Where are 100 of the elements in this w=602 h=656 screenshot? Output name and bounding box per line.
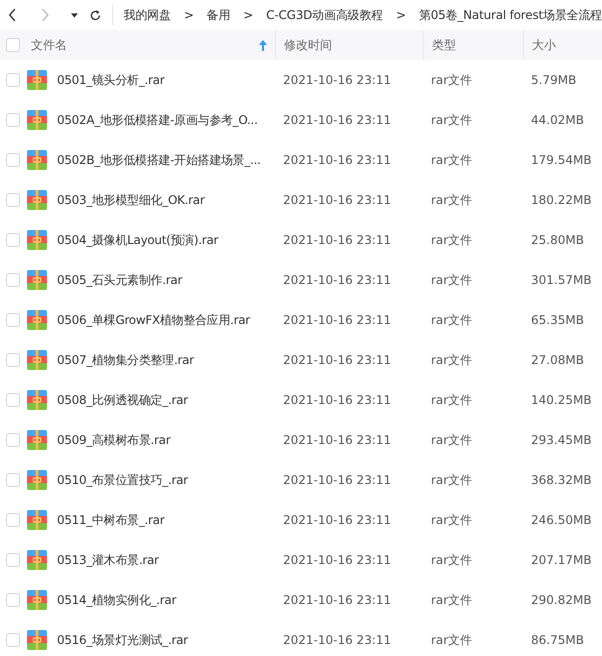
modified-time: 2021-10-16 23:11 (282, 433, 392, 447)
file-size: 25.80MB (530, 233, 585, 247)
row-checkbox[interactable] (6, 113, 20, 127)
file-size: 65.35MB (530, 313, 585, 327)
file-size: 180.22MB (530, 193, 593, 207)
select-all-checkbox[interactable] (6, 38, 20, 52)
file-type: rar文件 (430, 432, 474, 448)
row-checkbox[interactable] (6, 353, 20, 367)
breadcrumb-separator: > (396, 8, 406, 22)
row-checkbox[interactable] (6, 393, 20, 407)
file-type: rar文件 (430, 352, 474, 368)
modified-time: 2021-10-16 23:11 (282, 473, 392, 487)
row-checkbox[interactable] (6, 313, 20, 327)
file-name[interactable]: 0516_场景灯光测试_.rar (57, 632, 188, 648)
file-name[interactable]: 0509_高模树布景.rar (57, 432, 170, 448)
file-type: rar文件 (430, 552, 474, 568)
file-size: 140.25MB (530, 393, 593, 407)
modified-time: 2021-10-16 23:11 (282, 233, 392, 247)
file-size: 44.02MB (530, 113, 585, 127)
row-checkbox[interactable] (6, 153, 20, 167)
column-header[interactable]: 文件名 (20, 30, 275, 60)
file-name[interactable]: 0501_镜头分析_.rar (57, 72, 164, 88)
modified-time: 2021-10-16 23:11 (282, 313, 392, 327)
modified-time: 2021-10-16 23:11 (282, 513, 392, 527)
file-size: 290.82MB (530, 593, 593, 607)
row-checkbox[interactable] (6, 233, 20, 247)
file-name[interactable]: 0504_摄像机Layout(预演).rar (57, 232, 218, 248)
row-checkbox[interactable] (6, 73, 20, 87)
row-checkbox[interactable] (6, 553, 20, 567)
row-checkbox[interactable] (6, 473, 20, 487)
file-name[interactable]: 0510_布景位置技巧_.rar (57, 472, 188, 488)
file-name[interactable]: 0503_地形模型细化_OK.rar (57, 192, 204, 208)
file-name[interactable]: 0514_植物实例化_.rar (57, 592, 176, 608)
row-checkbox[interactable] (6, 273, 20, 287)
archive-file-icon (27, 230, 47, 250)
archive-file-icon (27, 390, 47, 410)
archive-file-icon (27, 150, 47, 170)
file-name[interactable]: 0507_植物集分类整理.rar (57, 352, 194, 368)
file-type: rar文件 (430, 392, 474, 408)
breadcrumb-link[interactable]: 备用 (206, 6, 230, 24)
row-checkbox[interactable] (6, 193, 20, 207)
archive-file-icon (27, 430, 47, 450)
back-icon[interactable] (8, 7, 17, 23)
modified-time: 2021-10-16 23:11 (282, 153, 392, 167)
archive-file-icon (27, 550, 47, 570)
file-type: rar文件 (430, 632, 474, 648)
file-size: 207.17MB (530, 553, 593, 567)
file-type: rar文件 (430, 312, 474, 328)
breadcrumb-separator: > (243, 8, 254, 22)
caret-icon[interactable] (71, 12, 78, 18)
file-name[interactable]: 0513_灌木布景.rar (57, 552, 159, 568)
breadcrumb-link[interactable]: C-CG3D动画高级教程 (266, 6, 384, 24)
breadcrumb-separator: > (184, 8, 194, 22)
file-type: rar文件 (430, 272, 474, 288)
column-header[interactable]: 大小 (523, 30, 602, 60)
file-type: rar文件 (430, 112, 474, 128)
row-checkbox[interactable] (6, 593, 20, 607)
modified-time: 2021-10-16 23:11 (282, 633, 392, 647)
modified-time: 2021-10-16 23:11 (282, 393, 392, 407)
file-name[interactable]: 0511_中树布景_.rar (57, 512, 164, 528)
breadcrumb-link[interactable]: 我的网盘 (124, 6, 171, 24)
file-name[interactable]: 0502A_地形低模搭建-原画与参考_O... (57, 112, 258, 128)
file-size: 246.50MB (530, 513, 593, 527)
file-size: 368.32MB (530, 473, 593, 487)
breadcrumb-link[interactable]: 第05卷_Natural forest场景全流程 (418, 6, 602, 24)
file-type: rar文件 (430, 232, 474, 248)
column-header[interactable]: 修改时间 (275, 30, 423, 60)
file-size: 179.54MB (530, 153, 593, 167)
file-size: 293.45MB (530, 433, 593, 447)
modified-time: 2021-10-16 23:11 (282, 193, 392, 207)
modified-time: 2021-10-16 23:11 (282, 593, 392, 607)
archive-file-icon (27, 310, 47, 330)
archive-file-icon (27, 510, 47, 530)
column-header[interactable]: 类型 (423, 30, 523, 60)
archive-file-icon (27, 190, 47, 210)
file-name[interactable]: 0506_单棵GrowFX植物整合应用.rar (57, 312, 250, 328)
refresh-icon[interactable] (88, 8, 102, 22)
file-name[interactable]: 0505_石头元素制作.rar (57, 272, 182, 288)
file-type: rar文件 (430, 152, 474, 168)
archive-file-icon (27, 270, 47, 290)
archive-file-icon (27, 110, 47, 130)
file-type: rar文件 (430, 72, 474, 88)
file-type: rar文件 (430, 472, 474, 488)
modified-time: 2021-10-16 23:11 (282, 73, 392, 87)
file-type: rar文件 (430, 192, 474, 208)
archive-file-icon (27, 590, 47, 610)
archive-file-icon (27, 70, 47, 90)
file-name[interactable]: 0502B_地形低模搭建-开始搭建场景_... (57, 152, 261, 168)
file-size: 86.75MB (530, 633, 585, 647)
file-name[interactable]: 0508_比例透视确定_.rar (57, 392, 188, 408)
row-checkbox[interactable] (6, 513, 20, 527)
archive-file-icon (27, 350, 47, 370)
row-checkbox[interactable] (6, 633, 20, 647)
modified-time: 2021-10-16 23:11 (282, 273, 392, 287)
modified-time: 2021-10-16 23:11 (282, 353, 392, 367)
modified-time: 2021-10-16 23:11 (282, 113, 392, 127)
file-type: rar文件 (430, 592, 474, 608)
archive-file-icon (27, 630, 47, 650)
row-checkbox[interactable] (6, 433, 20, 447)
file-size: 5.79MB (530, 73, 578, 87)
